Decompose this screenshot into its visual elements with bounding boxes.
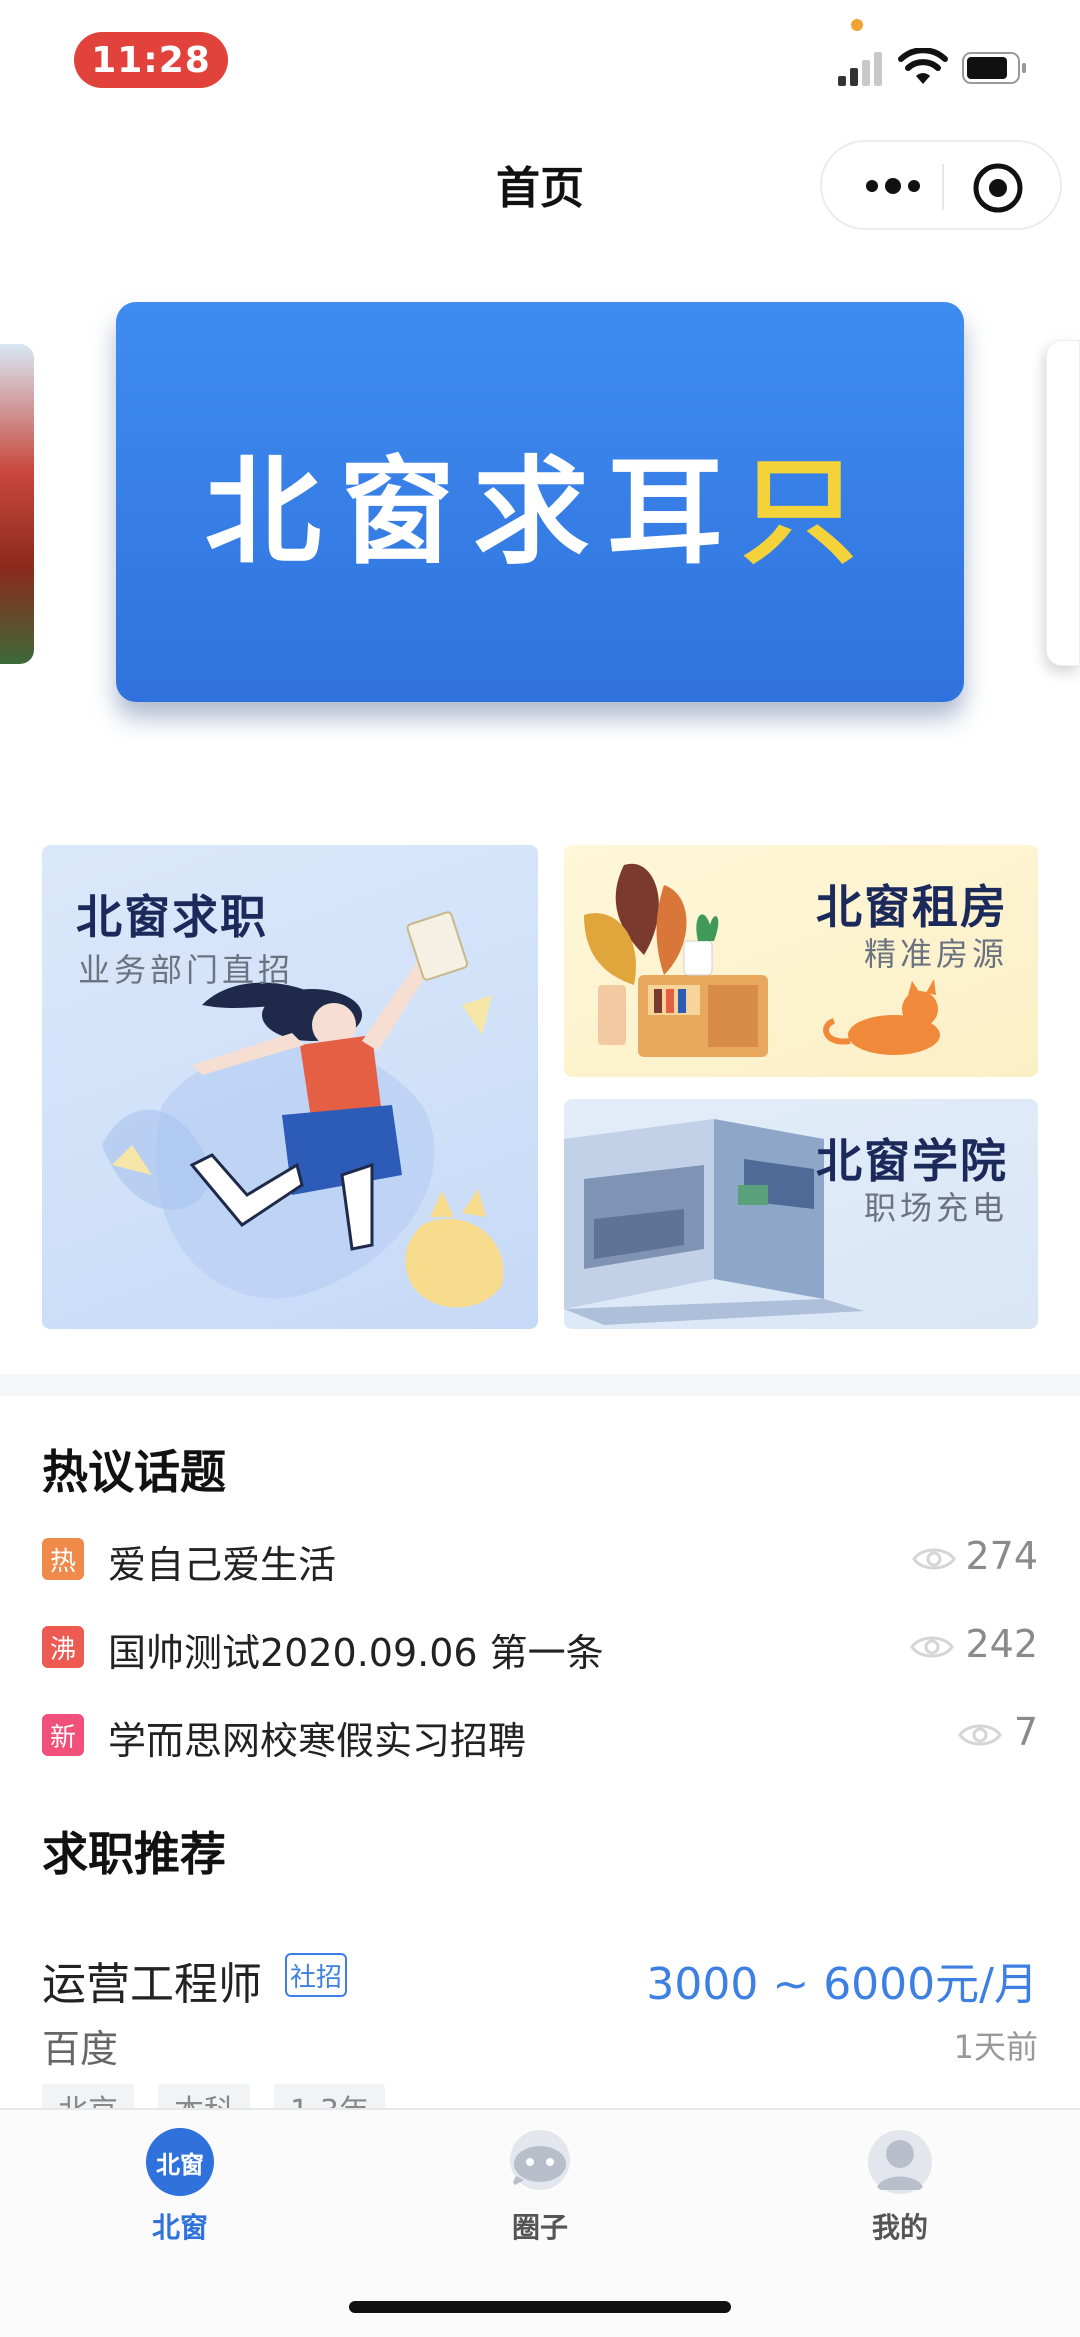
topic-item[interactable]: 热 爱自己爱生活 274 [42, 1530, 1038, 1590]
topic-views: 274 [965, 1534, 1038, 1578]
card-academy-subtitle: 职场充电 [863, 1189, 1008, 1227]
mini-program-capsule [820, 140, 1062, 230]
tab-profile-label: 我的 [871, 2211, 928, 2244]
job-salary: 3000 ~ 6000元/月 [646, 1959, 1038, 2010]
chat-bubble-icon [510, 2130, 570, 2190]
banner-prev-slide[interactable] [0, 344, 34, 664]
card-rent[interactable]: 北窗租房 精准房源 [564, 845, 1038, 1077]
job-type-tag: 社招 [285, 1953, 347, 1997]
banner-title-main: 北窗求耳 [205, 445, 741, 580]
hot-topics-title: 热议话题 [42, 1445, 226, 1499]
eye-icon [912, 1548, 956, 1570]
job-title: 运营工程师 [42, 1959, 262, 2010]
topic-title: 学而思网校寒假实习招聘 [108, 1719, 527, 1763]
banner-next-slide[interactable] [1046, 340, 1080, 666]
job-recommend-title: 求职推荐 [42, 1827, 226, 1881]
card-job-subtitle: 业务部门直招 [78, 951, 295, 989]
signal-icon [838, 52, 882, 86]
card-rent-title: 北窗租房 [816, 880, 1008, 934]
tab-home-label: 北窗 [151, 2211, 208, 2244]
home-logo-icon: 北窗 [146, 2128, 214, 2196]
status-bar: 11:28 [0, 0, 1080, 120]
eye-icon [958, 1724, 1002, 1746]
tab-profile[interactable]: 我的 [820, 2124, 980, 2244]
card-job-search[interactable]: 北窗求职 业务部门直招 [42, 845, 538, 1329]
mic-indicator-dot [851, 19, 863, 31]
target-icon[interactable] [972, 162, 1024, 214]
wifi-icon [898, 48, 948, 84]
eye-icon [910, 1636, 954, 1658]
banner-title-accent: 只 [741, 445, 875, 580]
card-academy[interactable]: 北窗学院 职场充电 [564, 1099, 1038, 1329]
section-divider [0, 1374, 1080, 1396]
topic-views: 7 [1013, 1710, 1038, 1754]
tab-circle-label: 圈子 [511, 2211, 568, 2244]
status-time: 11:28 [74, 32, 228, 88]
job-company: 百度 [42, 2027, 119, 2071]
user-avatar-icon [868, 2130, 932, 2194]
tab-home[interactable]: 北窗 北窗 [100, 2124, 260, 2244]
topic-badge-hot: 热 [42, 1538, 84, 1580]
more-dots-icon[interactable] [858, 166, 928, 206]
topic-badge-new: 新 [42, 1714, 84, 1756]
capsule-divider [942, 164, 944, 210]
topic-badge-boil: 沸 [42, 1626, 84, 1668]
topic-views: 242 [965, 1622, 1038, 1666]
banner-title: 北窗求耳只 [205, 418, 875, 586]
card-job-title: 北窗求职 [76, 890, 268, 944]
topic-item[interactable]: 新 学而思网校寒假实习招聘 7 [42, 1706, 1038, 1766]
card-rent-subtitle: 精准房源 [863, 935, 1008, 973]
card-academy-title: 北窗学院 [816, 1134, 1008, 1188]
job-posted-time: 1天前 [953, 2028, 1038, 2066]
home-indicator[interactable] [349, 2301, 731, 2313]
battery-icon [962, 52, 1026, 84]
tab-circle[interactable]: 圈子 [460, 2124, 620, 2244]
topic-title: 爱自己爱生活 [108, 1543, 337, 1587]
topic-item[interactable]: 沸 国帅测试2020.09.06 第一条 242 [42, 1618, 1038, 1678]
banner-slide[interactable]: 北窗求耳只 [116, 302, 964, 702]
topic-title: 国帅测试2020.09.06 第一条 [108, 1631, 604, 1675]
